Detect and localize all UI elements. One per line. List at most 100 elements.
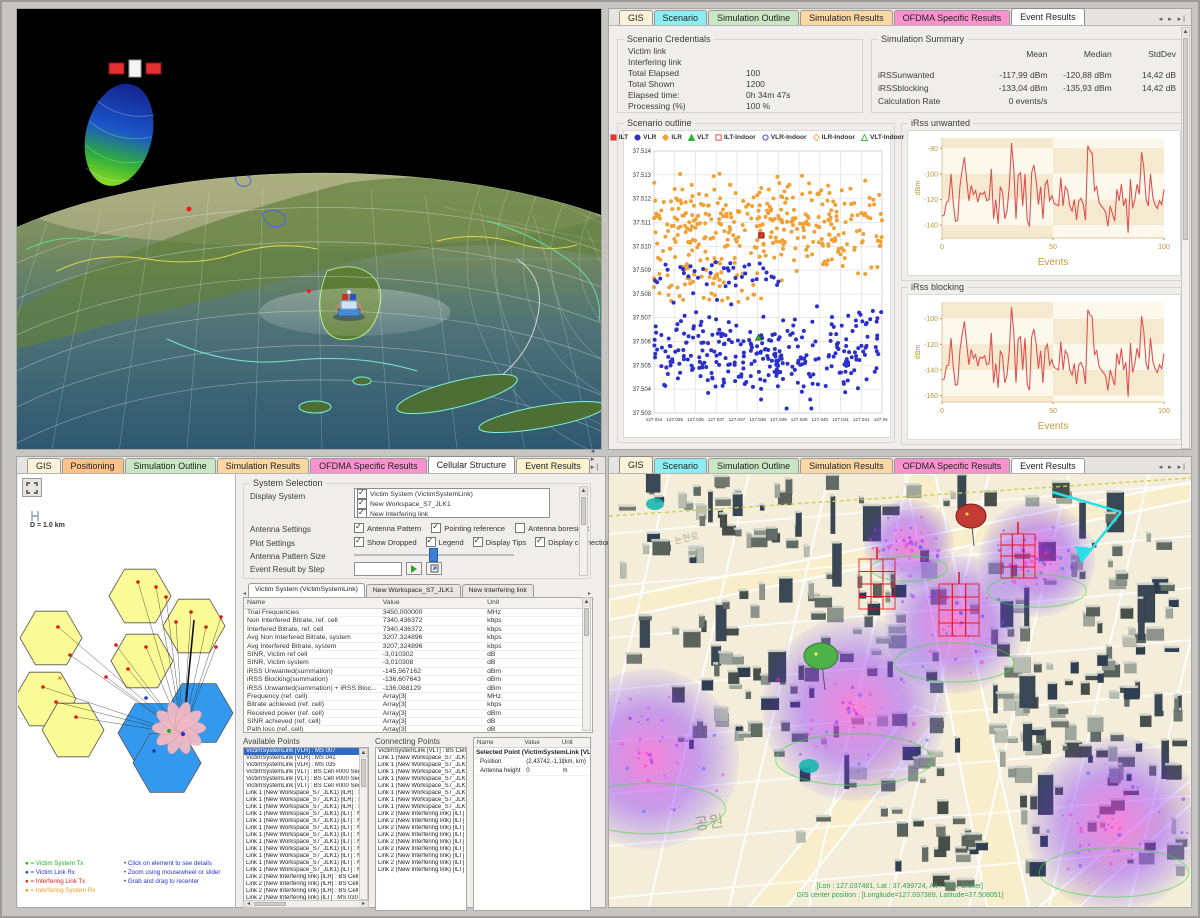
available-point-item[interactable]: Link 1 (New Workspace_S7_JLK1) [ILT] : M… [244,839,368,846]
available-point-item[interactable]: Link 1 (New Workspace_S7_JLK1) [ILR] : B… [244,804,368,811]
tab-scenario[interactable]: Scenario [654,10,708,25]
result-table-row[interactable]: Avg Non Interfered Bitrate, system3207,3… [244,634,592,642]
tab-simulation-outline[interactable]: Simulation Outline [708,10,799,25]
available-point-item[interactable]: Link 1 (New Workspace_S7_JLK1) [ILT] : M… [244,825,368,832]
green-balloon-marker[interactable] [804,643,838,669]
display-system-item[interactable]: Victim System (VictimSystemLink) [355,489,549,499]
option-antenna-boresight[interactable]: Antenna boresight [515,523,589,533]
display-system-item[interactable]: New Workspace_S7_JLK1 [355,499,549,509]
result-table-scrollbar[interactable]: ▲ [582,597,591,731]
result-tab-new-workspace-s7-jlk1[interactable]: New Workspace_S7_JLK1 [366,584,461,597]
connecting-point-item[interactable]: Link 1 (New Workspace_S7_JLK1) [ILT] : M… [376,790,466,797]
option-antenna-pattern[interactable]: Antenna Pattern [354,523,421,533]
play-button[interactable] [406,562,422,575]
checkbox[interactable] [515,523,525,533]
connecting-point-item[interactable]: Link 1 (New Workspace_S7_JLK1) [ILT] : M… [376,769,466,776]
result-table-row[interactable]: iRSS Unwanted(summation) + iRSS Bloc...-… [244,685,592,693]
city-3d-scene[interactable]: 공원논현로[Lon : 127.037481, Lat : 37.499724,… [609,474,1191,907]
connecting-point-item[interactable]: Link 2 (New Interfering link) [ILT] : MS… [376,825,466,832]
option-display-connections[interactable]: Display connections [535,537,615,547]
checkbox[interactable] [354,537,364,547]
teal-marker[interactable] [799,759,819,773]
tab-scroll-arrows[interactable]: ◂ ▸ ▸| [1159,15,1191,23]
settings-scrollbar[interactable]: ▲ [579,486,588,576]
result-table-row[interactable]: Frequency (ref. cell)Array[3]MHz [244,693,592,701]
step-export-button[interactable] [426,562,442,575]
tab-event-results[interactable]: Event Results [1011,8,1085,25]
available-point-item[interactable]: VictimSystemLink [VLR] : MS 007 [244,748,368,755]
connecting-point-item[interactable]: Link 1 (New Workspace_S7_JLK1) [ILT] : M… [376,783,466,790]
tab-ofdma-specific-results[interactable]: OFDMA Specific Results [894,10,1011,25]
tab-gis[interactable]: GIS [619,10,653,25]
result-table-row[interactable]: Non Interfered Bitrate, ref. cell7340,43… [244,617,592,625]
connecting-point-item[interactable]: Link 2 (New Interfering link) [ILT] : MS… [376,860,466,867]
antenna-pattern-size-slider[interactable] [354,548,514,560]
result-table-row[interactable]: Avg Interfered Bitrate, system3207,32489… [244,643,592,651]
result-table-row[interactable]: SINR, Victim ref cell-3,010302dB [244,651,592,659]
checkbox[interactable] [357,509,367,518]
result-table-row[interactable]: iRSS Blocking(summation)-136,607643dBm [244,676,592,684]
tab-event-results[interactable]: Event Results [1011,458,1085,473]
connecting-point-item[interactable]: Link 1 (New Workspace_S7_JLK1) [ILT] : M… [376,755,466,762]
selected-point-table[interactable]: NameValueUnitSelected Point (VictimSyste… [473,737,591,911]
available-point-item[interactable]: Link 2 (New Interfering link) [ILR] : BS… [244,888,368,895]
option-pointing-reference[interactable]: Pointing reference [431,523,505,533]
available-points-list[interactable]: VictimSystemLink [VLR] : MS 007VictimSys… [243,747,369,901]
connecting-point-item[interactable]: Link 2 (New Interfering link) [ILT] : MS… [376,811,466,818]
teal-marker[interactable] [646,498,664,510]
tab-cellular-structure[interactable]: Cellular Structure [428,456,516,473]
available-point-item[interactable]: VictimSystemLink [VLR] : MS 041 [244,755,368,762]
available-point-item[interactable]: Link 2 (New Interfering link) [ILR] : BS… [244,881,368,888]
connecting-point-item[interactable]: Link 1 (New Workspace_S7_JLK1) [ILT] : M… [376,797,466,804]
irss-unwanted-chart[interactable]: -80-100-120-140050100dBmEvents [907,130,1181,276]
checkbox[interactable] [426,537,436,547]
tab-simulation-outline[interactable]: Simulation Outline [125,458,216,473]
available-point-item[interactable]: VictimSystemLink [VLT] : BS Cell #000 Se… [244,769,368,776]
result-tab-scroll-left[interactable]: ◂ [241,590,248,597]
connecting-point-item[interactable]: Link 2 (New Interfering link) [ILT] : MS… [376,853,466,860]
tab-gis[interactable]: GIS [27,458,61,473]
tab-scroll-arrows[interactable]: ◂ ▸ ▸| [1159,463,1191,471]
option-legend[interactable]: Legend [426,537,464,547]
red-balloon-marker[interactable] [956,504,986,528]
tab-scenario[interactable]: Scenario [654,458,708,473]
available-point-item[interactable]: Link 2 (New Interfering link) [ILR] : BS… [244,874,368,881]
result-tab-scroll-right[interactable]: ▸ [586,590,593,597]
connecting-point-item[interactable]: Link 1 (New Workspace_S7_JLK1) [ILT] : M… [376,776,466,783]
result-table-row[interactable]: SINR, Victim system-3,010308dB [244,659,592,667]
connecting-point-item[interactable]: Link 2 (New Interfering link) [ILT] : MS… [376,846,466,853]
tab-gis[interactable]: GIS [619,456,653,473]
slider-thumb[interactable] [429,548,438,562]
cell-plot-canvas[interactable]: D = 1.0 km ● = Victim System Tx● = Victi… [18,474,236,907]
tab-ofdma-specific-results[interactable]: OFDMA Specific Results [894,458,1011,473]
result-table-row[interactable]: SINR achieved (ref. cell)Array[3]dB [244,718,592,726]
result-table-row[interactable]: Interfered Bitrate, ref. cell7340,436372… [244,626,592,634]
tab-simulation-outline[interactable]: Simulation Outline [708,458,799,473]
connecting-point-item[interactable]: Link 2 (New Interfering link) [ILT] : MS… [376,818,466,825]
available-point-item[interactable]: Link 1 (New Workspace_S7_JLK1) [ILT] : M… [244,860,368,867]
result-table-row[interactable]: Bitrate achieved (ref. cell)Array[3]kbps [244,701,592,709]
connecting-point-item[interactable]: Link 2 (New Interfering link) [ILT] : MS… [376,839,466,846]
available-point-item[interactable]: Link 1 (New Workspace_S7_JLK1) [ILT] : M… [244,853,368,860]
globe-3d-view[interactable] [16,8,602,450]
tab-ofdma-specific-results[interactable]: OFDMA Specific Results [310,458,427,473]
available-point-item[interactable]: Link 1 (New Workspace_S7_JLK1) [ILT] : M… [244,867,368,874]
connecting-point-item[interactable]: Link 1 (New Workspace_S7_JLK1) [ILT] : M… [376,762,466,769]
available-point-item[interactable]: Link 1 (New Workspace_S7_JLK1) [ILR] : B… [244,790,368,797]
result-table-row[interactable]: iRSS Unwanted(summation)-145,567162dBm [244,668,592,676]
connecting-point-item[interactable]: VictimSystemLink [VLT] : BS Cell #000 Se… [376,748,466,755]
connecting-point-item[interactable]: Link 2 (New Interfering link) [ILT] : MS… [376,832,466,839]
available-point-item[interactable]: VictimSystemLink [VLT] : BS Cell #000 Se… [244,783,368,790]
tab-event-results[interactable]: Event Results [516,458,590,473]
panel-scrollbar[interactable]: ▲ [1181,27,1190,449]
checkbox[interactable] [431,523,441,533]
display-system-item[interactable]: New Interfering link [355,509,549,518]
tab-simulation-results[interactable]: Simulation Results [217,458,310,473]
available-points-scrollbar[interactable]: ▲ [359,748,368,900]
available-point-item[interactable]: VictimSystemLink [VLT] : BS Cell #000 Se… [244,776,368,783]
result-tab-new-interfering-link[interactable]: New Interfering link [462,584,534,597]
tab-scroll-arrows[interactable]: ◂ ▸ ▸| [591,447,605,471]
checkbox[interactable] [354,523,364,533]
ground-point-marker[interactable] [187,207,192,212]
connecting-points-list[interactable]: VictimSystemLink [VLT] : BS Cell #000 Se… [375,747,467,911]
